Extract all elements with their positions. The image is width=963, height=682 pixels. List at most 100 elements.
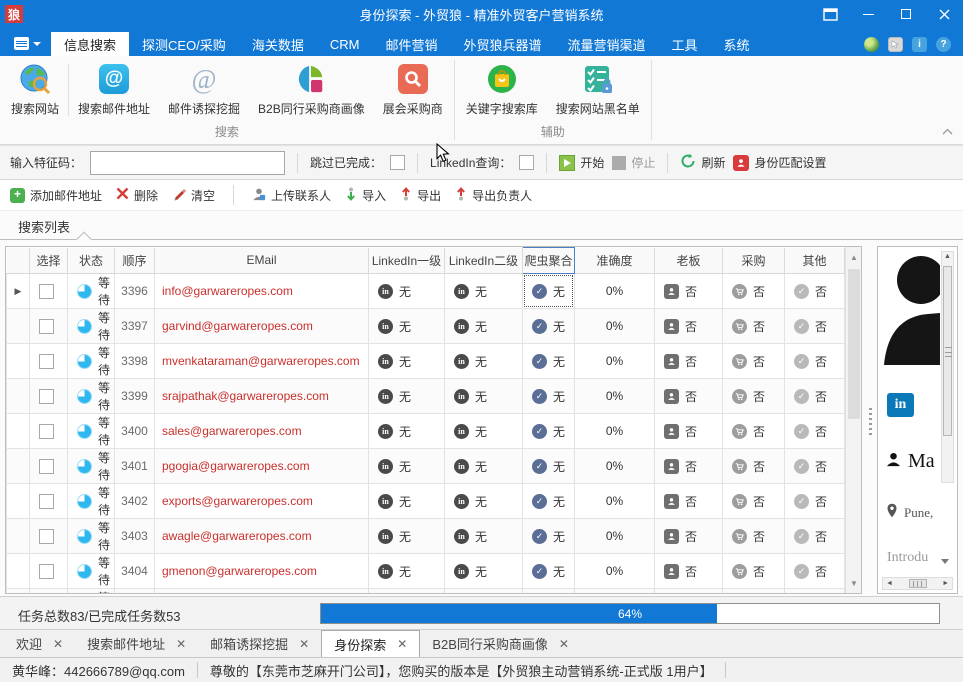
menu-item-system[interactable]: 系统 [711, 32, 763, 56]
table-row[interactable]: ▶ 等待 3398 mvenkataraman@garwareropes.com… [7, 344, 845, 379]
panel-vertical-scrollbar[interactable]: ▲ [941, 251, 954, 483]
row-checkbox[interactable] [39, 494, 54, 509]
app-menu-button[interactable] [0, 37, 51, 56]
feedback-icon[interactable] [888, 37, 903, 52]
row-checkbox[interactable] [39, 389, 54, 404]
menu-item-info-search[interactable]: 信息搜索 [51, 32, 129, 56]
close-icon[interactable]: ✕ [299, 637, 309, 651]
table-row[interactable]: ▶ 等待 3400 sales@garwareropes.com in无 in无… [7, 414, 845, 449]
ribbon-group-search: 搜索网站 @ 搜索邮件地址 @ 邮件诱探挖掘 B2B同行采购商画像 [0, 56, 454, 144]
header-select[interactable]: 选择 [30, 248, 68, 274]
menu-item-customs-data[interactable]: 海关数据 [239, 32, 317, 56]
ribbon-button-search-email[interactable]: @ 搜索邮件地址 [69, 60, 159, 120]
ribbon-button-search-website[interactable]: 搜索网站 [2, 60, 68, 120]
header-seq[interactable]: 顺序 [115, 248, 155, 274]
table-row[interactable]: ▶ 等待 3397 garvind@garwareropes.com in无 i… [7, 309, 845, 344]
menu-item-detect-ceo[interactable]: 探测CEO/采购 [129, 32, 239, 56]
tab-email-lure-mining[interactable]: 邮箱诱探挖掘✕ [198, 630, 321, 657]
ribbon-collapse-icon[interactable] [942, 124, 953, 138]
clear-button[interactable]: 清空 [172, 187, 215, 204]
menu-item-email-marketing[interactable]: 邮件营销 [372, 32, 450, 56]
table-row[interactable]: ▶ 等待 3396 info@garwareropes.com in无 in无 … [7, 274, 845, 309]
delete-button[interactable]: 删除 [116, 187, 158, 204]
close-button[interactable] [925, 0, 963, 28]
pin-top-icon[interactable] [811, 0, 849, 28]
linkedin-query-checkbox[interactable] [519, 155, 534, 170]
globe-search-icon [18, 62, 52, 96]
table-row[interactable]: ▶ 等待 3405 sthomray@garwareropes.com in无 … [7, 589, 845, 595]
header-linkedin-2[interactable]: LinkedIn二级 [445, 248, 523, 274]
skip-completed-checkbox[interactable] [390, 155, 405, 170]
header-boss[interactable]: 老板 [655, 248, 723, 274]
ribbon-button-email-lure-mining[interactable]: @ 邮件诱探挖掘 [159, 60, 249, 120]
scroll-up-icon[interactable]: ▲ [846, 249, 862, 265]
tab-welcome[interactable]: 欢迎✕ [4, 630, 75, 657]
header-linkedin-1[interactable]: LinkedIn一级 [369, 248, 445, 274]
row-checkbox[interactable] [39, 564, 54, 579]
tab-identity-explore[interactable]: 身份探索✕ [321, 630, 420, 657]
ribbon-button-b2b-buyer-profile[interactable]: B2B同行采购商画像 [249, 60, 374, 120]
minimize-button[interactable] [849, 0, 887, 28]
scroll-up-icon[interactable]: ▲ [942, 253, 953, 260]
menu-item-tools[interactable]: 工具 [658, 32, 710, 56]
info-icon[interactable]: i [912, 37, 927, 52]
tab-search-list[interactable]: 搜索列表 [18, 217, 70, 236]
feature-code-input[interactable] [90, 151, 285, 175]
chevron-down-icon[interactable] [941, 559, 949, 564]
row-checkbox[interactable] [39, 319, 54, 334]
row-checkbox[interactable] [39, 284, 54, 299]
scroll-left-icon[interactable]: ◄ [886, 580, 893, 587]
scroll-down-icon[interactable]: ▼ [846, 575, 862, 591]
header-other[interactable]: 其他 [785, 248, 845, 274]
ribbon-button-website-blacklist[interactable]: 搜索网站黑名单 [547, 60, 649, 120]
linkedin-icon[interactable]: in [887, 393, 914, 417]
boss-person-icon [664, 319, 679, 334]
table-row[interactable]: ▶ 等待 3402 exports@garwareropes.com in无 i… [7, 484, 845, 519]
maximize-button[interactable] [887, 0, 925, 28]
menu-item-crm[interactable]: CRM [317, 32, 373, 56]
row-checkbox[interactable] [39, 424, 54, 439]
panel-horizontal-scrollbar[interactable]: ◄ ► [882, 577, 953, 590]
progress-bar: 64% [320, 603, 940, 624]
scrollbar-thumb[interactable] [943, 266, 952, 436]
header-status[interactable]: 状态 [68, 248, 115, 274]
add-email-button[interactable]: + 添加邮件地址 [10, 187, 102, 204]
scroll-right-icon[interactable]: ► [942, 580, 949, 587]
identity-match-settings-button[interactable]: 身份匹配设置 [733, 154, 826, 171]
help-icon[interactable]: ? [936, 37, 951, 52]
export-button[interactable]: 导出 [400, 187, 441, 204]
menu-item-traffic-channel[interactable]: 流量营销渠道 [554, 32, 658, 56]
refresh-button[interactable]: 刷新 [680, 153, 725, 172]
header-buyer[interactable]: 采购 [723, 248, 785, 274]
close-icon[interactable]: ✕ [397, 637, 407, 651]
table-row[interactable]: ▶ 等待 3399 srajpathak@garwareropes.com in… [7, 379, 845, 414]
ribbon-button-expo-buyers[interactable]: 展会采购商 [374, 60, 452, 120]
tab-b2b-buyer-profile[interactable]: B2B同行采购商画像✕ [420, 630, 581, 657]
header-crawler[interactable]: 爬虫聚合 [523, 248, 575, 274]
start-button[interactable]: 开始 [559, 154, 604, 171]
import-button[interactable]: 导入 [345, 187, 386, 204]
header-accuracy[interactable]: 准确度 [575, 248, 655, 274]
menu-item-arsenal[interactable]: 外贸狼兵器谱 [450, 32, 554, 56]
table-row[interactable]: ▶ 等待 3401 pgogia@garwareropes.com in无 in… [7, 449, 845, 484]
table-row[interactable]: ▶ 等待 3404 gmenon@garwareropes.com in无 in… [7, 554, 845, 589]
grid-vertical-scrollbar[interactable]: ▲ ▼ [845, 247, 862, 593]
row-checkbox[interactable] [39, 529, 54, 544]
scrollbar-thumb[interactable] [848, 269, 860, 419]
export-manager-button[interactable]: 导出负责人 [455, 187, 532, 204]
row-checkbox[interactable] [39, 459, 54, 474]
network-icon[interactable] [864, 37, 879, 52]
upload-contacts-button[interactable]: 上传联系人 [252, 187, 331, 204]
scrollbar-thumb[interactable] [909, 579, 927, 588]
close-icon[interactable]: ✕ [176, 637, 186, 651]
row-checkbox[interactable] [39, 354, 54, 369]
tab-search-email[interactable]: 搜索邮件地址✕ [75, 630, 198, 657]
close-icon[interactable]: ✕ [53, 637, 63, 651]
table-row[interactable]: ▶ 等待 3403 awagle@garwareropes.com in无 in… [7, 519, 845, 554]
title-bar: 狼 身份探索 - 外贸狼 - 精准外贸客户营销系统 [0, 0, 963, 28]
header-email[interactable]: EMail [155, 248, 369, 274]
close-icon[interactable]: ✕ [559, 637, 569, 651]
stop-button[interactable]: 停止 [612, 154, 655, 171]
splitter-handle[interactable] [869, 408, 872, 436]
ribbon-button-keyword-library[interactable]: 关键字搜索库 [457, 60, 547, 120]
